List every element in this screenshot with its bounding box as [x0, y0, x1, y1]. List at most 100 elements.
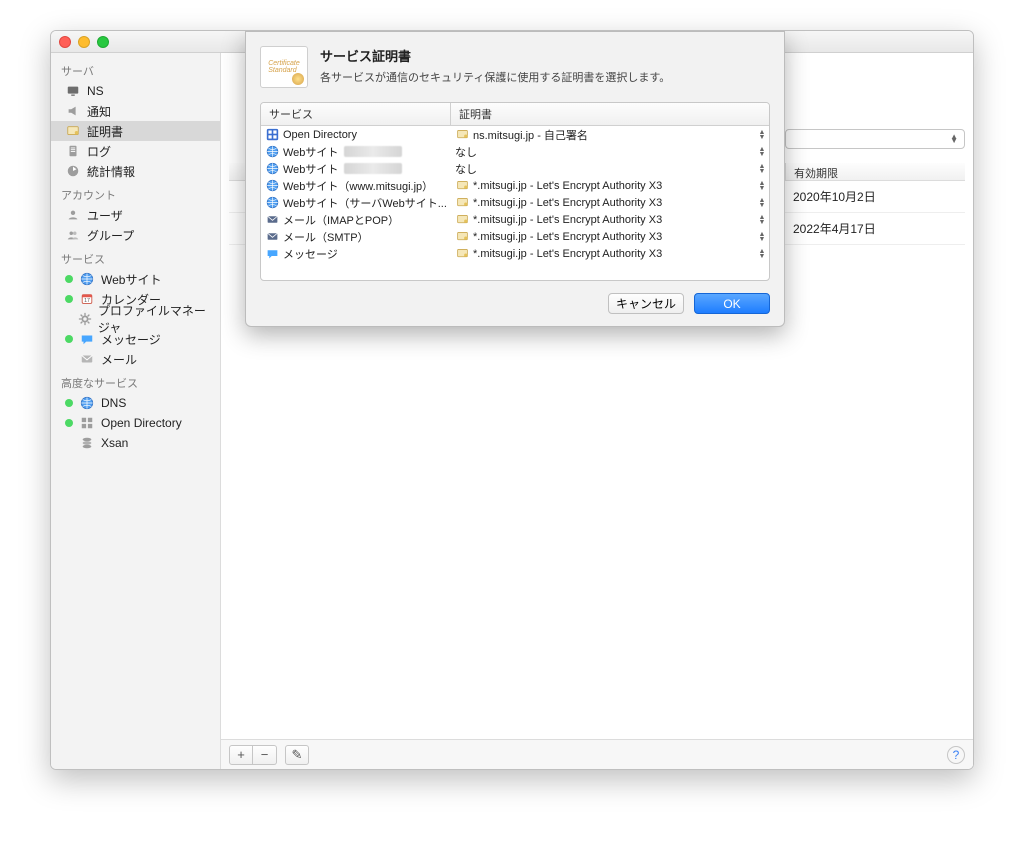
- sidebar-section-header: サーバ: [51, 57, 220, 81]
- sidebar-item-label: DNS: [101, 396, 126, 410]
- service-cert-table: サービス 証明書 Open Directoryns.mitsugi.jp - 自…: [260, 102, 770, 281]
- sheet-subtitle: 各サービスが通信のセキュリティ保護に使用する証明書を選択します。: [320, 69, 670, 85]
- sidebar-item[interactable]: 統計情報: [51, 161, 220, 181]
- sidebar-item-label: Xsan: [101, 436, 128, 450]
- sidebar-item[interactable]: ログ: [51, 141, 220, 161]
- sidebar-item-label: メッセージ: [101, 331, 161, 348]
- sidebar-item[interactable]: メール: [51, 349, 220, 369]
- cancel-button[interactable]: キャンセル: [608, 293, 684, 314]
- certificate-name: なし: [455, 144, 477, 160]
- service-cert-row[interactable]: Webサイト なし ▲▼: [261, 143, 769, 160]
- stepper-icon[interactable]: ▲▼: [757, 128, 767, 142]
- service-name: Webサイト（サーバWebサイト...: [283, 195, 447, 211]
- stack-icon: [79, 435, 95, 451]
- sidebar-item-label: ユーザ: [87, 207, 123, 224]
- stepper-icon[interactable]: ▲▼: [757, 230, 767, 244]
- sidebar-section-header: アカウント: [51, 181, 220, 205]
- certificate-name: *.mitsugi.jp - Let's Encrypt Authority X…: [473, 214, 662, 226]
- certificate-name: *.mitsugi.jp - Let's Encrypt Authority X…: [473, 197, 662, 209]
- close-traffic-light[interactable]: [59, 36, 71, 48]
- service-name: Webサイト: [283, 161, 338, 177]
- sidebar-section-header: サービス: [51, 245, 220, 269]
- service-cert-row[interactable]: Open Directoryns.mitsugi.jp - 自己署名▲▼: [261, 126, 769, 143]
- certificate-icon: [455, 179, 469, 193]
- globe-icon: [265, 196, 279, 210]
- col-cert[interactable]: 証明書: [451, 103, 769, 125]
- display-icon: [65, 83, 81, 99]
- cert-icon: [65, 123, 81, 139]
- zoom-traffic-light[interactable]: [97, 36, 109, 48]
- service-name: Webサイト（www.mitsugi.jp）: [283, 178, 433, 194]
- sidebar-item[interactable]: プロファイルマネージャ: [51, 309, 220, 329]
- certificate-icon: [455, 128, 469, 142]
- sheet-title: サービス証明書: [320, 46, 670, 65]
- stepper-icon[interactable]: ▲▼: [757, 145, 767, 159]
- service-cert-row[interactable]: メール（IMAPとPOP）*.mitsugi.jp - Let's Encryp…: [261, 211, 769, 228]
- bubble-icon: [265, 247, 279, 261]
- sidebar-item[interactable]: NS: [51, 81, 220, 101]
- megaphone-icon: [65, 103, 81, 119]
- minimize-traffic-light[interactable]: [78, 36, 90, 48]
- certificate-name: *.mitsugi.jp - Let's Encrypt Authority X…: [473, 248, 662, 260]
- certificate-name: *.mitsugi.jp - Let's Encrypt Authority X…: [473, 180, 662, 192]
- grid-icon: [79, 415, 95, 431]
- stepper-icon[interactable]: ▲▼: [757, 247, 767, 261]
- bg-dropdown[interactable]: ▲▼: [785, 129, 965, 149]
- remove-button[interactable]: −: [253, 745, 277, 765]
- sidebar-item[interactable]: 通知: [51, 101, 220, 121]
- sidebar-item[interactable]: ユーザ: [51, 205, 220, 225]
- sidebar-item-label: 統計情報: [87, 163, 135, 180]
- status-dot-icon: [65, 419, 73, 427]
- sidebar-item-label: 証明書: [87, 123, 123, 140]
- sidebar-item-label: メール: [101, 351, 137, 368]
- app-window: サーバNS通知証明書ログ統計情報アカウントユーザグループサービスWebサイトカレ…: [50, 30, 974, 770]
- globe-icon: [79, 271, 95, 287]
- service-cert-row[interactable]: Webサイト（www.mitsugi.jp） *.mitsugi.jp - Let…: [261, 177, 769, 194]
- doc-icon: [65, 143, 81, 159]
- service-name: Open Directory: [283, 129, 357, 141]
- edit-button[interactable]: ✎: [285, 745, 309, 765]
- sidebar-item-label: 通知: [87, 103, 111, 120]
- status-dot-icon: [65, 275, 73, 283]
- service-name: Webサイト: [283, 144, 338, 160]
- sidebar-item[interactable]: Webサイト: [51, 269, 220, 289]
- service-cert-row[interactable]: メッセージ *.mitsugi.jp - Let's Encrypt Author…: [261, 245, 769, 262]
- sidebar-item-label: Open Directory: [101, 416, 182, 430]
- envelope-icon: [79, 351, 95, 367]
- certificate-icon: [455, 230, 469, 244]
- sidebar-item-label: NS: [87, 84, 104, 98]
- certificate-icon: [455, 247, 469, 261]
- stepper-icon[interactable]: ▲▼: [757, 213, 767, 227]
- sidebar: サーバNS通知証明書ログ統計情報アカウントユーザグループサービスWebサイトカレ…: [51, 53, 221, 769]
- sidebar-item-label: ログ: [87, 143, 111, 160]
- redacted-text: [344, 146, 402, 157]
- add-button[interactable]: +: [229, 745, 253, 765]
- envelope-dark-icon: [265, 230, 279, 244]
- user-icon: [65, 207, 81, 223]
- globe-icon: [265, 179, 279, 193]
- bg-expiry-value: 2020年10月2日: [785, 188, 965, 205]
- service-cert-row[interactable]: Webサイトなし▲▼: [261, 160, 769, 177]
- stepper-icon[interactable]: ▲▼: [757, 196, 767, 210]
- service-name: メール（SMTP）: [283, 229, 369, 245]
- sidebar-item[interactable]: Xsan: [51, 433, 220, 453]
- help-button[interactable]: ?: [947, 746, 965, 764]
- sidebar-item[interactable]: 証明書: [51, 121, 220, 141]
- stepper-icon[interactable]: ▲▼: [757, 179, 767, 193]
- service-name: メッセージ: [283, 246, 338, 262]
- col-service[interactable]: サービス: [261, 103, 451, 125]
- sidebar-item[interactable]: DNS: [51, 393, 220, 413]
- sidebar-item-label: Webサイト: [101, 271, 161, 288]
- certificate-icon: [455, 196, 469, 210]
- stepper-icon[interactable]: ▲▼: [757, 162, 767, 176]
- sidebar-item[interactable]: Open Directory: [51, 413, 220, 433]
- envelope-dark-icon: [265, 213, 279, 227]
- service-cert-row[interactable]: Webサイト（サーバWebサイト... *.mitsugi.jp - Let's …: [261, 194, 769, 211]
- status-dot-icon: [65, 295, 73, 303]
- ok-button[interactable]: OK: [694, 293, 770, 314]
- service-certificates-sheet: CertificateStandard サービス証明書 各サービスが通信のセキュ…: [245, 31, 785, 327]
- bg-col-expiry: 有効期限: [785, 163, 965, 180]
- chevron-updown-icon: ▲▼: [950, 135, 958, 143]
- sidebar-item[interactable]: グループ: [51, 225, 220, 245]
- service-cert-row[interactable]: メール（SMTP）*.mitsugi.jp - Let's Encrypt Au…: [261, 228, 769, 245]
